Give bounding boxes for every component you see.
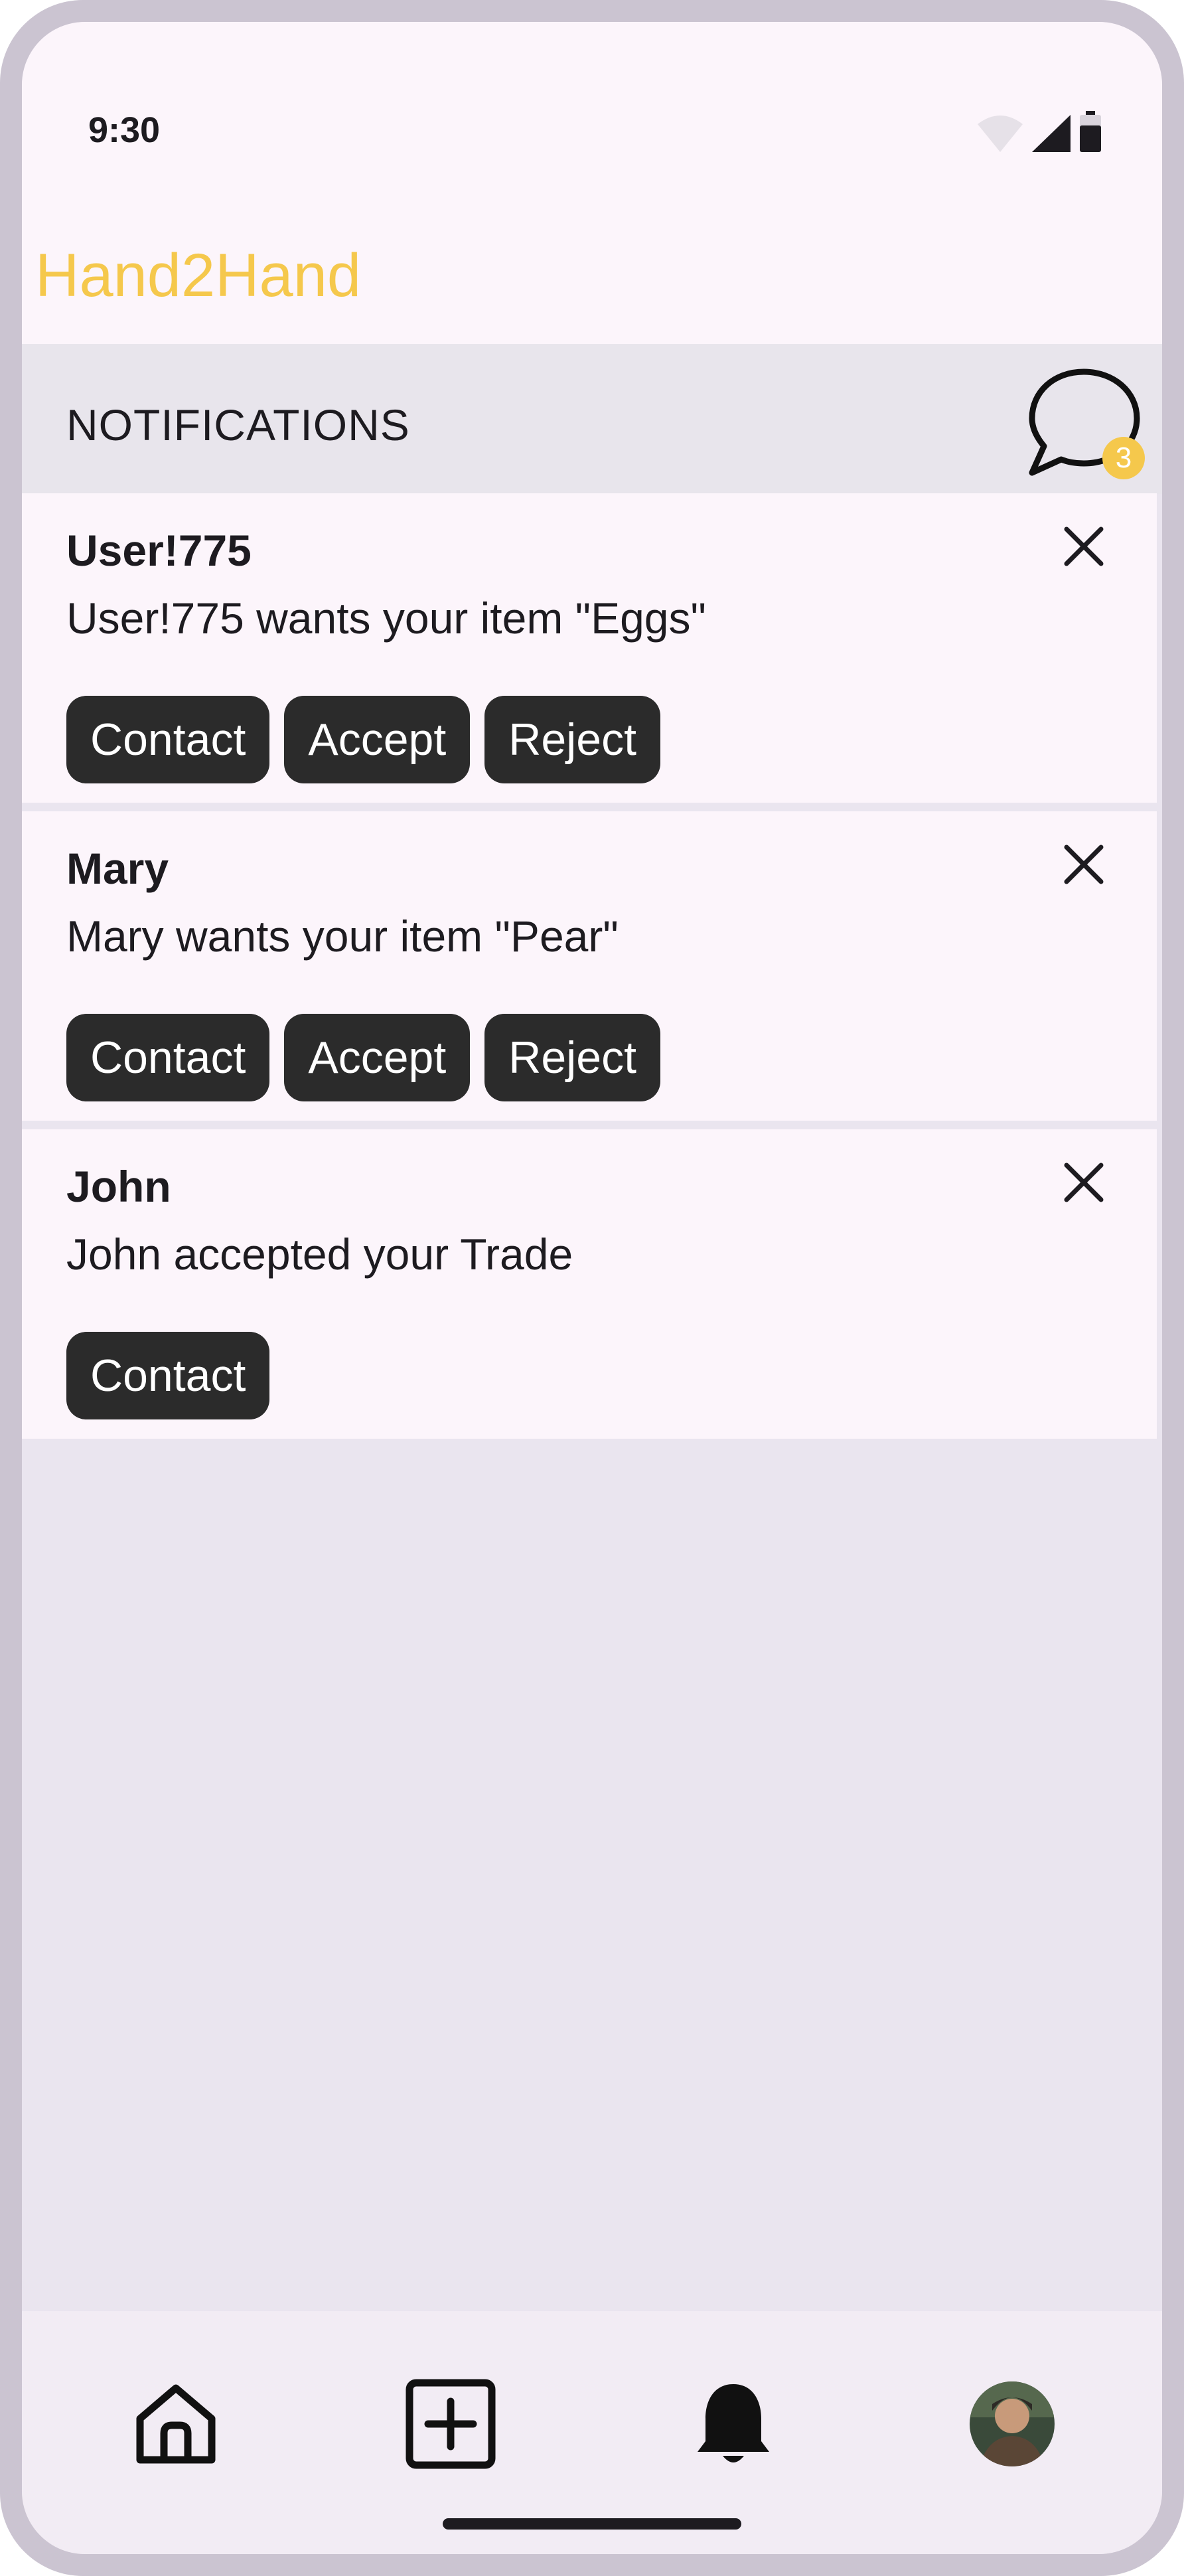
notification-actions: Contact (66, 1332, 270, 1419)
notifications-title: NOTIFICATIONS (66, 400, 410, 449)
notification-sender: John (66, 1162, 171, 1211)
nav-notifications[interactable] (687, 2377, 780, 2470)
home-icon (136, 2384, 216, 2464)
device-frame: 9:30 Hand2Hand NOTIFICATIONS 3 User!775 … (0, 0, 1184, 2576)
contact-button[interactable]: Contact (66, 1332, 270, 1419)
home-indicator (443, 2518, 741, 2530)
notification-actions: Contact Accept Reject (66, 1014, 660, 1101)
contact-button[interactable]: Contact (66, 696, 270, 783)
nav-home[interactable] (129, 2377, 222, 2470)
notification-sender: Mary (66, 844, 169, 893)
notifications-header: NOTIFICATIONS 3 (22, 344, 1162, 494)
bell-icon (698, 2384, 769, 2462)
system-icons (976, 111, 1102, 153)
notification-card: Mary Mary wants your item "Pear" Contact… (22, 811, 1157, 1121)
battery-icon (1080, 111, 1101, 152)
notification-card: John John accepted your Trade Contact (22, 1129, 1157, 1439)
notification-actions: Contact Accept Reject (66, 696, 660, 783)
notification-message: John accepted your Trade (66, 1230, 573, 1279)
app-title: Hand2Hand (35, 242, 362, 309)
reject-button[interactable]: Reject (484, 1014, 660, 1101)
chat-badge: 3 (1102, 437, 1145, 479)
notification-message: User!775 wants your item "Eggs" (66, 594, 706, 643)
status-bar: 9:30 (22, 22, 1162, 175)
nav-add[interactable] (404, 2377, 497, 2470)
contact-button[interactable]: Contact (66, 1014, 270, 1101)
close-icon[interactable] (1057, 1156, 1110, 1209)
status-time: 9:30 (88, 110, 161, 150)
notification-card: User!775 User!775 wants your item "Eggs"… (22, 493, 1157, 803)
avatar (970, 2381, 1055, 2466)
accept-button[interactable]: Accept (284, 1014, 471, 1101)
app-bar: Hand2Hand (22, 175, 1162, 364)
chat-button[interactable]: 3 (1024, 364, 1145, 483)
close-icon[interactable] (1057, 838, 1110, 891)
wifi-icon (978, 116, 1023, 152)
notification-message: Mary wants your item "Pear" (66, 912, 619, 961)
accept-button[interactable]: Accept (284, 696, 471, 783)
screen: 9:30 Hand2Hand NOTIFICATIONS 3 User!775 … (22, 22, 1162, 2554)
nav-profile[interactable] (966, 2377, 1059, 2470)
signal-icon (1032, 115, 1071, 152)
notification-sender: User!775 (66, 526, 252, 575)
close-icon[interactable] (1057, 520, 1110, 573)
reject-button[interactable]: Reject (484, 696, 660, 783)
add-square-icon (406, 2379, 496, 2469)
